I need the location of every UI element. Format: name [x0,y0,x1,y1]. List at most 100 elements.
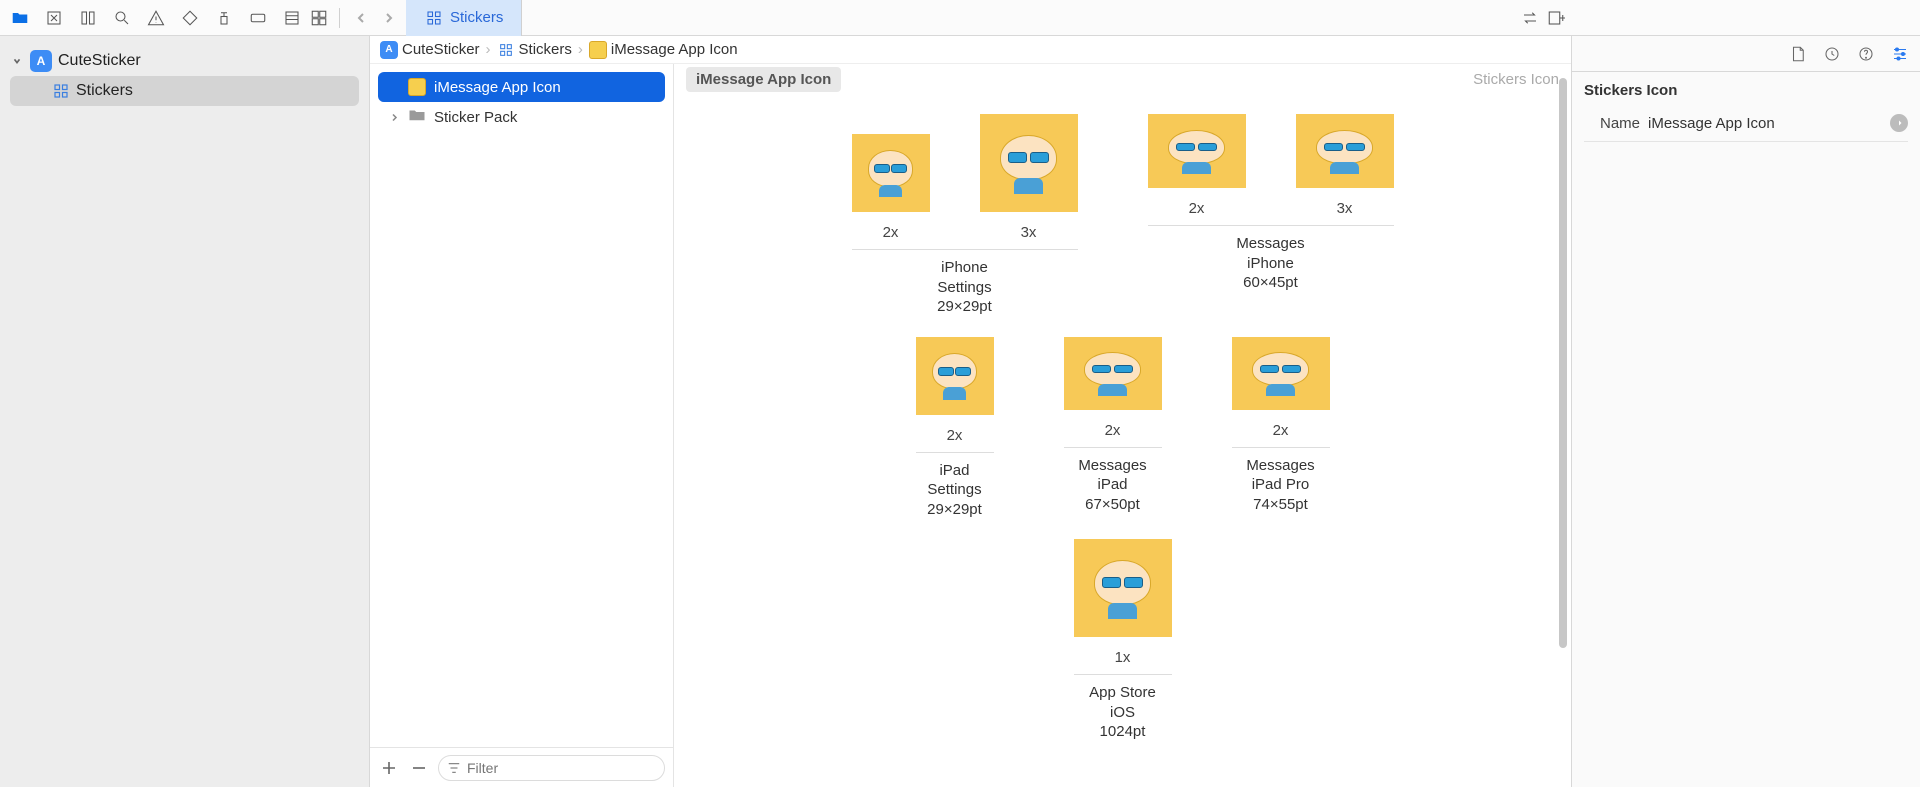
spray-icon[interactable] [214,8,234,28]
icon-slot[interactable]: 3x [1296,114,1394,217]
asset-canvas[interactable]: iMessage App Icon Stickers Icon 2x3xiPho… [674,64,1571,787]
breadcrumb-item-project[interactable]: CuteSticker [380,41,480,59]
inspector-name-field[interactable]: iMessage App Icon [1648,111,1882,135]
icon-slot[interactable]: 2x [1232,337,1330,439]
asset-row-sticker-pack[interactable]: Sticker Pack [378,102,665,132]
assets-icon [497,41,515,59]
go-arrow-icon[interactable] [1890,114,1908,132]
icon-group: 2x MessagesiPad Pro74×55pt [1232,337,1330,520]
filter-field[interactable] [438,755,665,781]
window-toolbar: Stickers [0,0,1920,36]
chevron-right-icon: › [578,41,583,58]
scale-label: 3x [1021,224,1037,241]
icon-slot[interactable]: 2x [1064,337,1162,439]
chevron-down-icon[interactable] [12,53,24,70]
assets-icon [424,8,444,28]
asset-row-label: Sticker Pack [434,109,517,126]
icon-group: 2x 3x iPhoneSettings29×29pt [852,114,1078,317]
scrollbar[interactable] [1559,78,1567,648]
icon-thumbnail[interactable] [1232,337,1330,410]
chevron-right-icon: › [486,41,491,58]
stickers-icon [589,41,607,59]
editor-area: CuteSticker › Stickers › iMessage App Ic… [370,36,1572,787]
icon-group-label: MessagesiPad67×50pt [1078,456,1146,515]
asset-outline-footer [370,747,673,787]
assets-icon [52,82,70,100]
breadcrumb: CuteSticker › Stickers › iMessage App Ic… [370,36,1571,64]
icon-group: 2x 3x MessagesiPhone60×45pt [1148,114,1394,317]
add-button[interactable] [378,757,400,779]
remove-button[interactable] [408,757,430,779]
diamond-icon[interactable] [180,8,200,28]
nav-back-button[interactable] [350,7,372,29]
icon-slot[interactable]: 1x [1074,539,1172,666]
chevron-right-icon[interactable] [388,113,400,122]
history-inspector-icon[interactable] [1822,44,1842,64]
icon-thumbnail[interactable] [1064,337,1162,410]
scale-label: 2x [1273,422,1289,439]
layout-grid-icon[interactable] [309,8,329,28]
warning-icon[interactable] [146,8,166,28]
icon-group: 1x App StoreiOS1024pt [1074,539,1172,742]
filter-input[interactable] [467,760,656,776]
tree-row-stickers[interactable]: Stickers [10,76,359,106]
inspector-name-row: Name iMessage App Icon [1584,111,1908,142]
scale-label: 2x [1105,422,1121,439]
tree-row-project[interactable]: CuteSticker [0,46,369,76]
icon-group: 2x MessagesiPad67×50pt [1064,337,1162,520]
icon-slot[interactable]: 2x [916,337,994,444]
app-icon [30,50,52,72]
icon-thumbnail[interactable] [1074,539,1172,637]
separator [339,8,340,28]
icon-thumbnail[interactable] [916,337,994,415]
scale-label: 1x [1115,649,1131,666]
inspector-name-label: Name [1584,115,1640,132]
icon-slot[interactable]: 3x [980,114,1078,241]
inspector-tab-bar [1572,36,1920,72]
scale-label: 2x [947,427,963,444]
toolbar-left-group [6,8,309,28]
icon-group: 2x iPadSettings29×29pt [916,337,994,520]
icon-group-label: iPadSettings29×29pt [927,461,982,520]
search-icon[interactable] [112,8,132,28]
inspector-section-title: Stickers Icon [1584,82,1908,99]
asset-row-imessage-icon[interactable]: iMessage App Icon [378,72,665,102]
tree-label-project: CuteSticker [58,52,141,70]
folder-icon [408,108,426,126]
attributes-inspector-icon[interactable] [1890,44,1910,64]
icon-thumbnail[interactable] [852,134,930,212]
file-inspector-icon[interactable] [1788,44,1808,64]
icon-thumbnail[interactable] [1148,114,1246,188]
rectangle-icon[interactable] [248,8,268,28]
editor-tab-label: Stickers [450,9,503,26]
scale-label: 2x [1189,200,1205,217]
swap-icon[interactable] [1520,8,1540,28]
tree-label-stickers: Stickers [76,82,133,100]
close-box-icon[interactable] [44,8,64,28]
icon-group-label: iPhoneSettings29×29pt [937,258,992,317]
icon-slot[interactable]: 2x [1148,114,1246,217]
icon-group-label: App StoreiOS1024pt [1089,683,1156,742]
add-panel-icon[interactable] [1546,8,1566,28]
stickers-icon [408,78,426,96]
folder-icon[interactable] [10,8,30,28]
icon-thumbnail[interactable] [1296,114,1394,188]
ruler-icon[interactable] [78,8,98,28]
breadcrumb-item-asset[interactable]: iMessage App Icon [589,41,738,59]
nav-forward-button[interactable] [378,7,400,29]
scale-label: 2x [883,224,899,241]
project-tree: CuteSticker Stickers [0,36,369,787]
icon-group-label: MessagesiPad Pro74×55pt [1246,456,1314,515]
toolbar-center-group: Stickers [309,0,1566,36]
icon-slot[interactable]: 2x [852,134,930,241]
project-navigator: CuteSticker Stickers [0,36,370,787]
scale-label: 3x [1337,200,1353,217]
icon-group-label: MessagesiPhone60×45pt [1236,234,1304,293]
asset-outline: iMessage App Icon Sticker Pack [370,64,674,787]
editor-tab-stickers[interactable]: Stickers [406,0,522,36]
icon-thumbnail[interactable] [980,114,1078,212]
canvas-subtitle: Stickers Icon [1473,71,1559,88]
list-icon[interactable] [282,8,302,28]
help-inspector-icon[interactable] [1856,44,1876,64]
breadcrumb-item-assets[interactable]: Stickers [497,41,572,59]
